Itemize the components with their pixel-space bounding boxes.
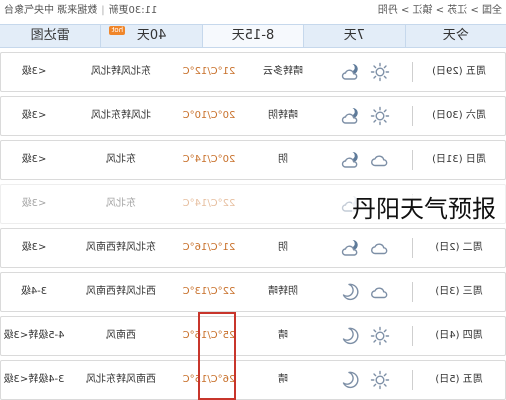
forecast-row: 周二 (2日) 阴 21°C/16°C 东北风转西南风 <3级	[0, 228, 506, 268]
temperature: 21°C/12°C	[182, 66, 236, 77]
cloud-icon	[370, 238, 390, 258]
wind-level: <3级	[21, 66, 47, 77]
weather-text: 晴转多云	[263, 66, 303, 77]
wind-direction: 北风转东北风	[91, 110, 151, 121]
wind-level: <3级	[21, 154, 47, 165]
forecast-row: 周三 (3日) 阴转晴 22°C/13°C 西北风转西南风 3-4级	[0, 272, 506, 312]
sun-icon	[370, 326, 390, 346]
tab-3[interactable]: 40天 hot	[100, 25, 202, 47]
divider	[412, 62, 413, 82]
divider	[412, 282, 413, 302]
day-label: 周三 (3日)	[435, 286, 483, 297]
sun-icon	[370, 106, 390, 126]
tab-label: 今天	[442, 28, 469, 43]
highlight-box	[198, 312, 236, 400]
wind-direction: 东北风转西南风	[86, 242, 156, 253]
cloud-icon	[370, 150, 390, 170]
day-label: 周五 (5日)	[435, 374, 483, 385]
day-label: 周二 (2日)	[435, 242, 483, 253]
day-label: 周四 (4日)	[435, 330, 483, 341]
weather-text: 晴	[278, 374, 288, 385]
wind-direction: 东北风	[106, 198, 136, 209]
weather-text: 阴	[278, 154, 288, 165]
cloud-moon-icon	[341, 238, 361, 258]
forecast-row: 周六 (30日) 晴转阴 20°C/10°C 北风转东北风 <3级	[0, 96, 506, 136]
forecast-row: 周五 (5日) 晴 26°C/15°C 西南风转东北风 3-4级转<3级	[0, 360, 506, 400]
wind-direction: 东北风	[106, 154, 136, 165]
weather-text: 阴转晴	[268, 286, 298, 297]
moon-icon	[341, 326, 361, 346]
wind-direction: 西南风	[106, 330, 136, 341]
divider: |	[101, 5, 105, 16]
wind-level: 4-5级转<3级	[3, 330, 65, 341]
forecast-row: 周四 (4日) 晴 25°C/16°C 西南风 4-5级转<3级	[0, 316, 506, 356]
wind-direction: 西北风转西南风	[86, 286, 156, 297]
sun-icon	[370, 370, 390, 390]
data-source: 数据来源 中央气象台	[4, 5, 98, 16]
temperature: 21°C/16°C	[182, 242, 236, 253]
cloud-moon-icon	[341, 150, 361, 170]
tab-1[interactable]: 7天	[303, 25, 405, 47]
tab-label: 雷达图	[30, 28, 70, 43]
wind-level: 3-4级	[20, 286, 48, 297]
weather-text: 晴	[278, 330, 288, 341]
divider	[412, 370, 413, 390]
cloud-moon-icon	[341, 62, 361, 82]
weather-text: 晴转阴	[268, 110, 298, 121]
divider	[412, 326, 413, 346]
day-label: 周六 (30日)	[432, 110, 486, 121]
tab-label: 7天	[343, 28, 366, 43]
wind-direction: 东北风转北风	[91, 66, 151, 77]
day-label: 周五 (29日)	[432, 66, 486, 77]
temperature: 22°C/14°C	[182, 198, 236, 209]
tab-0[interactable]: 今天	[404, 25, 506, 47]
moon-icon	[341, 370, 361, 390]
update-info: 11:30更新|数据来源 中央气象台	[4, 0, 157, 22]
tab-label: 40天	[136, 28, 167, 43]
forecast-row: 周五 (29日) 晴转多云 21°C/12°C 东北风转北风 <3级	[0, 52, 506, 92]
update-time: 11:30更新	[108, 5, 158, 16]
temperature: 22°C/13°C	[182, 286, 236, 297]
wind-level: 3-4级转<3级	[3, 374, 65, 385]
top-bar: 全国 > 江苏 > 镇江 > 丹阳 11:30更新|数据来源 中央气象台	[0, 0, 506, 22]
weather-text: 阴	[278, 242, 288, 253]
wind-level: <3级	[21, 242, 47, 253]
temperature: 20°C/10°C	[182, 110, 236, 121]
overlay-title: 丹阳天气预报	[352, 195, 496, 223]
wind-level: <3级	[21, 110, 47, 121]
tab-4[interactable]: 雷达图	[0, 25, 100, 47]
forecast-tabs: 今天 7天 8-15天 40天 hot 雷达图	[0, 24, 506, 48]
divider	[412, 106, 413, 126]
wind-direction: 西南风转东北风	[86, 374, 156, 385]
cloud-icon	[370, 282, 390, 302]
cloud-moon-icon	[341, 106, 361, 126]
hot-badge: hot	[109, 26, 126, 35]
tab-2[interactable]: 8-15天	[201, 25, 304, 47]
day-label: 周日 (31日)	[432, 154, 486, 165]
sun-icon	[370, 62, 390, 82]
breadcrumb[interactable]: 全国 > 江苏 > 镇江 > 丹阳	[378, 0, 502, 22]
temperature: 20°C/14°C	[182, 154, 236, 165]
moon-icon	[341, 282, 361, 302]
forecast-row: 周日 (31日) 阴 20°C/14°C 东北风 <3级	[0, 140, 506, 180]
divider	[412, 150, 413, 170]
tab-label: 8-15天	[231, 28, 275, 43]
wind-level: <3级	[21, 198, 47, 209]
divider	[412, 238, 413, 258]
